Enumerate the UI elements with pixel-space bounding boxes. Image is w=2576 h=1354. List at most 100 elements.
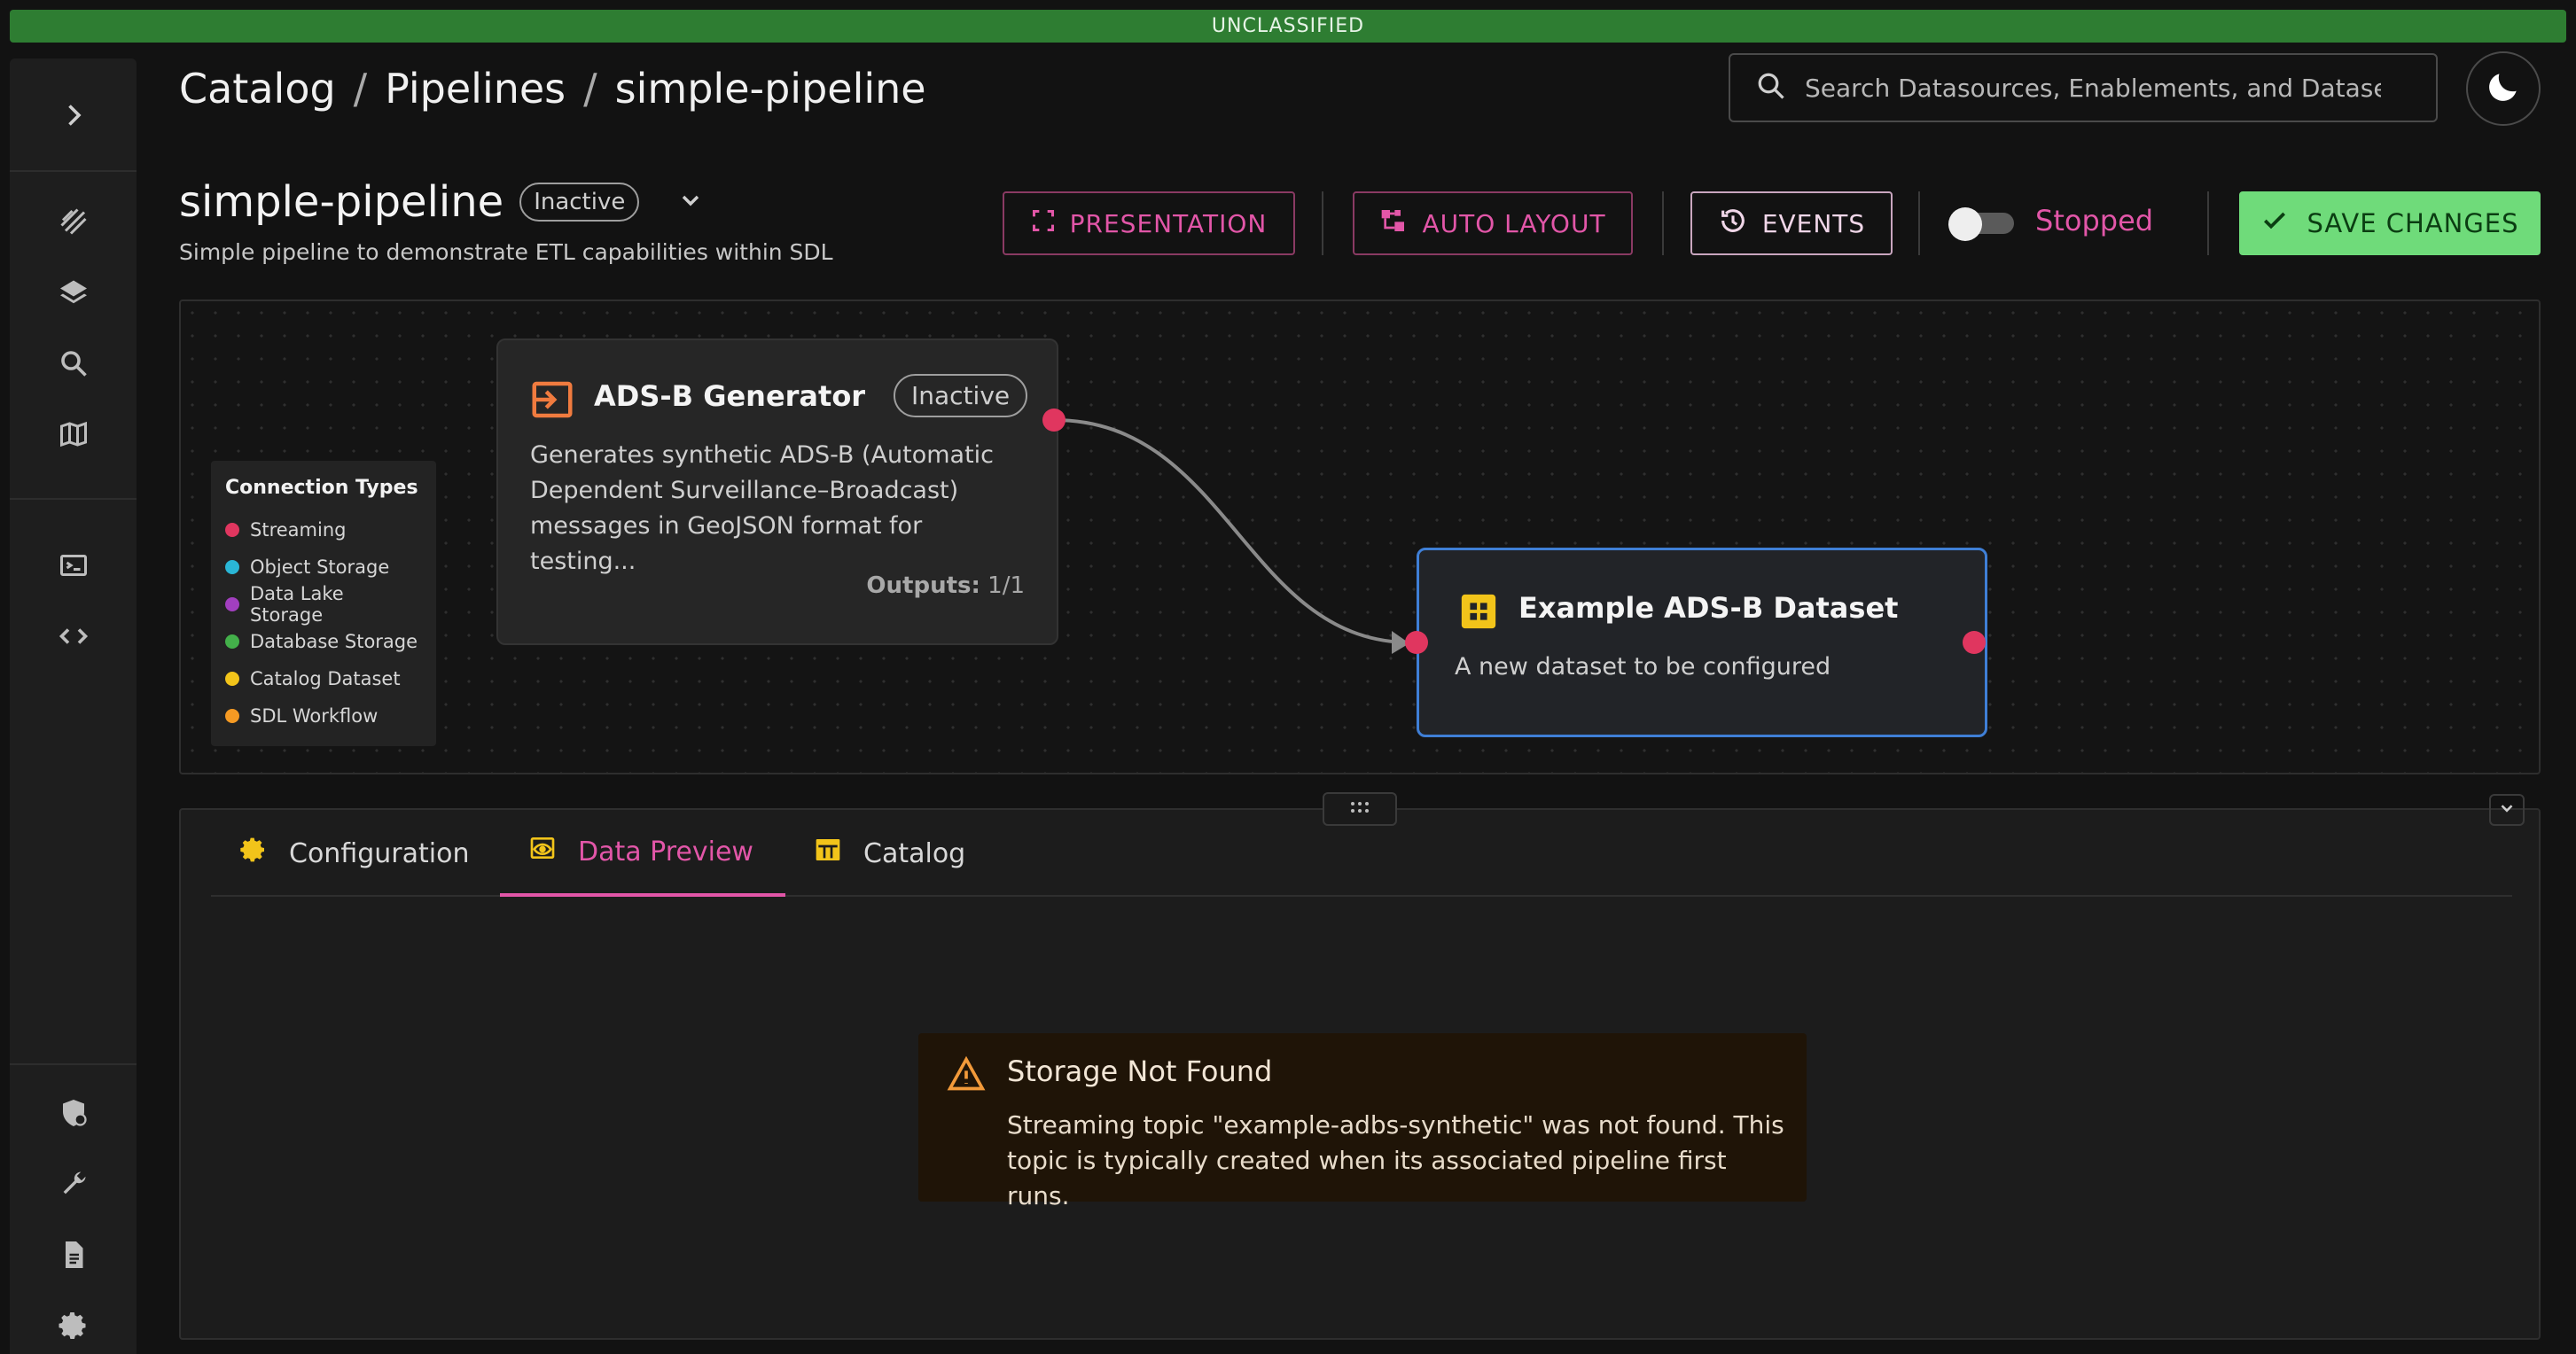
generator-node-title: ADS-B Generator [594,379,866,413]
legend-dot [225,634,239,649]
tab-configuration-label: Configuration [289,837,470,869]
status-badge: Inactive [519,183,640,222]
code-icon[interactable] [56,619,91,654]
events-button[interactable]: EVENTS [1690,191,1893,255]
preview-eye-icon [528,834,557,869]
sidebar-divider [10,498,137,500]
sidebar [10,58,137,1354]
dataset-input-port[interactable] [1405,631,1428,654]
gear-icon [239,836,268,871]
page-title: simple-pipeline [179,177,504,227]
tab-catalog-label: Catalog [863,837,966,869]
map-icon[interactable] [56,416,91,452]
toolbar-divider [1662,191,1664,255]
input-source-icon [528,376,576,427]
legend-label: Data Lake Storage [249,583,344,626]
classification-banner: UNCLASSIFIED [10,10,2566,43]
tab-catalog[interactable]: Catalog [785,810,986,897]
presentation-label: PRESENTATION [1069,208,1268,238]
auto-layout-button[interactable]: AUTO LAYOUT [1353,191,1633,255]
legend-dot [225,597,239,611]
generator-outputs: Outputs: 1/1 [866,572,1025,599]
dataset-node-title: Example ADS-B Dataset [1518,591,1899,625]
save-changes-button[interactable]: SAVE CHANGES [2239,191,2541,255]
auto-layout-label: AUTO LAYOUT [1422,208,1606,238]
legend-item: Database Storage [225,623,422,660]
toolbar-divider [2207,191,2209,255]
terminal-icon[interactable] [56,548,91,583]
alert-title: Storage Not Found [1007,1054,1273,1088]
document-icon[interactable] [56,1237,91,1272]
collapse-panel-button[interactable] [2489,794,2525,826]
legend-dot [225,560,239,574]
breadcrumb: Catalog / Pipelines / simple-pipeline [179,62,926,115]
legend-item: Catalog Dataset [225,660,422,697]
alert-body: Streaming topic "example-adbs-synthetic"… [1007,1110,1784,1210]
connection-types-legend: Connection Types Streaming Object Storag… [211,461,436,746]
settings-gear-icon[interactable] [56,1308,91,1343]
toolbar-divider [1918,191,1920,255]
events-label: EVENTS [1761,208,1866,238]
chevron-down-icon [2497,798,2517,821]
legend-item: Object Storage [225,549,422,586]
run-toggle-switch[interactable] [1948,207,2014,241]
legend-title: Connection Types [225,477,418,499]
warning-triangle-icon [947,1054,986,1097]
legend-label: Database Storage [250,631,418,652]
pipelines-icon[interactable] [56,204,91,239]
chevron-down-icon[interactable] [676,186,705,218]
search-icon [1755,70,1787,105]
generator-node-description: Generates synthetic ADS-B (Automatic Dep… [530,441,995,575]
breadcrumb-separator: / [583,65,597,113]
check-icon [2260,206,2289,241]
generator-output-port[interactable] [1042,409,1066,432]
legend-label: Streaming [250,519,347,541]
legend-item: Streaming [225,511,422,549]
legend-dot [225,709,239,723]
breadcrumb-current: simple-pipeline [614,65,926,113]
breadcrumb-pipelines[interactable]: Pipelines [385,65,566,113]
security-shield-icon[interactable] [56,1095,91,1131]
hierarchy-icon [1379,206,1408,241]
search-icon[interactable] [56,346,91,381]
dataset-output-port[interactable] [1963,631,1986,654]
legend-label: SDL Workflow [250,705,379,727]
search-input[interactable] [1805,73,2381,103]
moon-icon [2484,67,2523,110]
storage-not-found-alert: Storage Not Found Streaming topic "examp… [918,1033,1807,1210]
expand-chevron-icon[interactable] [56,97,91,133]
toggle-knob [1948,207,1982,241]
presentation-button[interactable]: PRESENTATION [1003,191,1295,255]
legend-dot [225,672,239,686]
outputs-value: 1/1 [987,572,1025,599]
tab-data-preview[interactable]: Data Preview [500,810,785,897]
layers-icon[interactable] [56,275,91,310]
panel-resize-handle[interactable] [1323,792,1397,826]
history-icon [1718,206,1748,242]
toolbar-divider [1322,191,1323,255]
tab-data-preview-label: Data Preview [578,836,753,868]
table-icon [814,836,842,871]
theme-toggle-button[interactable] [2466,51,2541,126]
dataset-node[interactable]: Example ADS-B Dataset A new dataset to b… [1417,548,1987,737]
generator-node[interactable]: ADS-B Generator Inactive Generates synth… [496,338,1058,645]
generator-status-badge: Inactive [894,374,1028,417]
tab-configuration[interactable]: Configuration [211,810,500,897]
breadcrumb-separator: / [353,65,368,113]
legend-item: Data Lake Storage [225,583,422,626]
sidebar-divider [10,1063,137,1065]
dataset-node-description: A new dataset to be configured [1455,653,1831,681]
outputs-label: Outputs: [866,572,980,599]
wrench-icon[interactable] [56,1166,91,1202]
legend-label: Catalog Dataset [250,668,401,689]
run-state-label: Stopped [2035,204,2154,237]
save-changes-label: SAVE CHANGES [2307,208,2519,238]
pipeline-description: Simple pipeline to demonstrate ETL capab… [179,239,833,265]
fullscreen-icon [1031,208,1056,239]
breadcrumb-catalog[interactable]: Catalog [179,65,336,113]
legend-dot [225,523,239,537]
drag-dots-icon [1348,800,1371,818]
dataset-grid-icon [1458,591,1499,635]
pipeline-header: simple-pipeline Inactive [179,177,705,227]
pipeline-canvas[interactable]: Connection Types Streaming Object Storag… [179,300,2541,774]
